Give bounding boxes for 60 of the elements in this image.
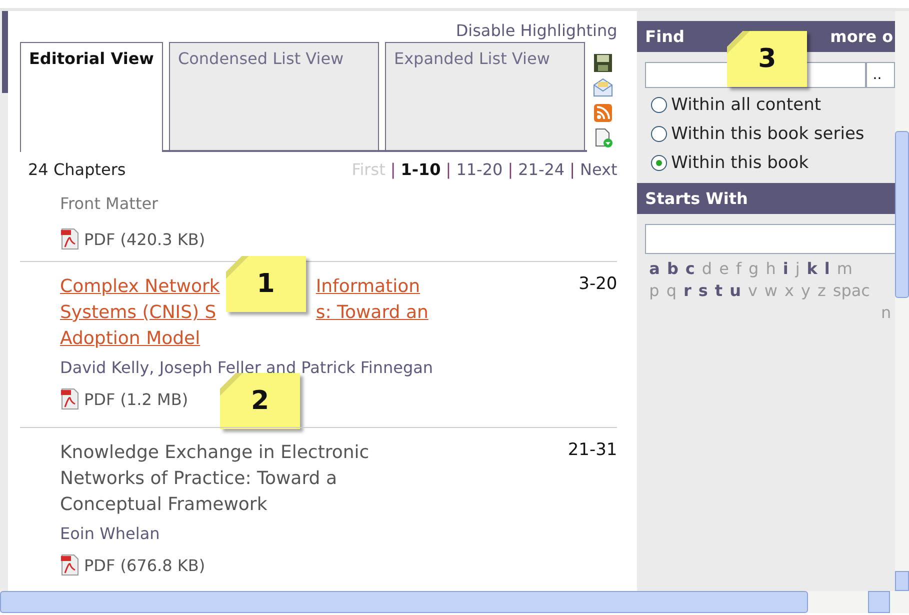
pdf-file-icon [60, 553, 80, 577]
radio-button[interactable] [651, 126, 668, 142]
letter-link[interactable]: b [666, 258, 678, 280]
radio-button[interactable] [651, 154, 668, 170]
pager-separator: | [446, 160, 452, 179]
letter-link[interactable]: u [730, 280, 741, 302]
view-tab[interactable]: Condensed List View [168, 42, 379, 150]
pdf-link[interactable]: PDF (676.8 KB) [84, 556, 206, 574]
letter-link[interactable]: r [683, 280, 692, 302]
find-title: Find [645, 27, 684, 46]
radio-label[interactable]: Within all content [671, 94, 822, 114]
chapter-title[interactable]: Conceptual Framework [60, 492, 370, 518]
letter-link[interactable]: c [685, 258, 695, 280]
callout-tooltip: 1 [226, 256, 306, 312]
callout-tooltip: 3 [727, 31, 808, 87]
view-tab[interactable]: Editorial View [20, 42, 163, 152]
page-link[interactable]: 21-24 [518, 160, 565, 179]
envelope-icon[interactable] [593, 78, 614, 98]
chapter-title[interactable]: Knowledge Exchange in Electronic [60, 440, 370, 466]
pager-separator: | [508, 160, 514, 179]
chapter-count: 24 Chapters [28, 160, 126, 179]
disable-highlighting-link[interactable]: Disable Highlighting [456, 21, 618, 40]
pager-separator: | [570, 160, 575, 179]
letter-link[interactable]: i [782, 258, 788, 280]
chapter-title[interactable]: Complex Network [60, 274, 220, 300]
starts-with-field[interactable] [645, 224, 896, 254]
page-range: 21-31 [568, 440, 618, 462]
chapter-title: Front Matter [60, 193, 158, 215]
chapter-title[interactable]: s: Toward an [316, 300, 428, 326]
horizontal-scrollbar[interactable] [0, 591, 909, 613]
pdf-file-icon [60, 227, 80, 251]
chapter-title[interactable]: Systems (CNIS) S [60, 300, 220, 326]
callout-tooltip: 2 [220, 373, 300, 429]
radio-label[interactable]: Within this book [671, 152, 809, 172]
page-link[interactable]: Next [580, 160, 618, 179]
rss-icon[interactable] [593, 103, 614, 123]
vertical-scrollbar[interactable] [895, 11, 909, 591]
page-link[interactable]: 11-20 [456, 160, 503, 179]
page-link[interactable]: 1-10 [400, 160, 441, 179]
letter-link[interactable]: a [649, 258, 660, 280]
letter-link[interactable]: k [806, 258, 818, 280]
pdf-link[interactable]: PDF (1.2 MB) [84, 390, 188, 408]
find-options-button[interactable]: .. [866, 62, 896, 88]
starts-with-title: Starts With [645, 189, 748, 208]
radio-label[interactable]: Within this book series [671, 124, 864, 144]
pager-separator: | [390, 160, 396, 179]
chapter-title[interactable]: Information [316, 274, 428, 300]
letter-link[interactable]: s [698, 280, 708, 302]
pdf-link[interactable]: PDF (420.3 KB) [84, 230, 206, 248]
chapter-title[interactable]: Adoption Model [60, 326, 428, 352]
chapter-title[interactable]: Networks of Practice: Toward a [60, 466, 370, 492]
chapter-authors: Eoin Whelan [60, 524, 161, 543]
page-range: 3-20 [578, 274, 618, 296]
radio-button[interactable] [651, 96, 668, 112]
pdf-file-icon [60, 387, 80, 411]
document-download-icon[interactable] [593, 128, 614, 148]
view-tab[interactable]: Expanded List View [384, 42, 585, 150]
more-options-link[interactable]: more o [830, 27, 894, 46]
letter-link[interactable]: l [824, 258, 830, 280]
letter-link[interactable]: t [714, 280, 723, 302]
